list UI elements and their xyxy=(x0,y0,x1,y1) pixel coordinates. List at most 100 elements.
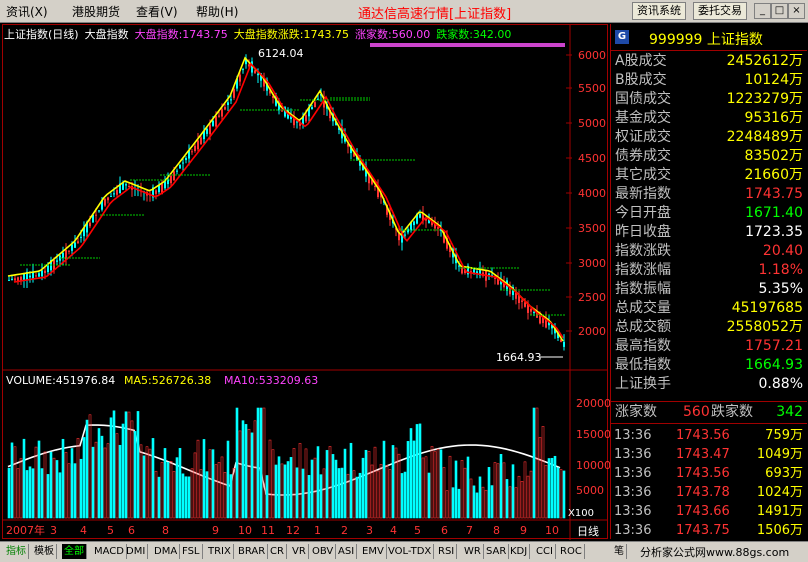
quote-label: 最新指数 xyxy=(615,186,671,202)
divider xyxy=(611,401,807,402)
tab-wr[interactable]: WR xyxy=(462,544,484,559)
tab-[interactable]: 全部 xyxy=(62,544,87,559)
tick-volume: 759万 xyxy=(765,428,803,443)
quote-value: 1.18% xyxy=(758,262,803,278)
quote-row: 债券成交 83502万 xyxy=(611,147,807,166)
tab-dmi[interactable]: DMI xyxy=(124,544,149,559)
quote-value: 20.40 xyxy=(762,243,803,259)
tab-fsl[interactable]: FSL xyxy=(180,544,203,559)
tick-price: 1743.47 xyxy=(676,447,730,462)
watermark: 分析家公式网www.88gs.com xyxy=(640,546,790,559)
quote-row: 指数涨跌 20.40 xyxy=(611,242,807,261)
tab-voltdx[interactable]: VOL-TDX xyxy=(386,544,435,559)
index-value-label: 大盘指数:1743.75 xyxy=(134,28,228,41)
up-value: 560 xyxy=(683,404,710,420)
quote-label: B股成交 xyxy=(615,72,667,88)
quote-value: 1664.93 xyxy=(745,357,803,373)
tick-volume: 693万 xyxy=(765,466,803,481)
breadth-row: 涨家数 560 跌家数 342 xyxy=(611,403,807,422)
quote-row: 上证换手 0.88% xyxy=(611,375,807,394)
quote-value: 1757.21 xyxy=(745,338,803,354)
quote-label: 指数振幅 xyxy=(615,281,671,297)
menu-view[interactable]: 查看(V) xyxy=(136,3,178,20)
quote-row: 权证成交 2248489万 xyxy=(611,128,807,147)
chart-frame[interactable] xyxy=(2,24,608,539)
indicator-tab-bar: 指标 模板 全部 MACD DMI DMA FSL TRIX BRAR CR VR OBV ASI EMV… xyxy=(0,541,808,562)
market-name: 大盘指数 xyxy=(84,28,129,41)
tick-row: 13:36 1743.66 1491万 xyxy=(611,502,807,521)
quote-row: 最低指数 1664.93 xyxy=(611,356,807,375)
close-icon[interactable]: × xyxy=(788,3,805,19)
quote-label: 基金成交 xyxy=(615,110,671,126)
tab-vr[interactable]: VR xyxy=(290,544,309,559)
tick-volume: 1491万 xyxy=(756,504,803,519)
quote-label: 今日开盘 xyxy=(615,205,671,221)
quote-row: B股成交 10124万 xyxy=(611,71,807,90)
tab-[interactable]: 指标 xyxy=(4,544,29,559)
tick-time: 13:36 xyxy=(614,485,652,500)
quote-value: 0.88% xyxy=(758,376,803,392)
tab-kdj[interactable]: KDJ xyxy=(508,544,531,559)
tab-obv[interactable]: OBV xyxy=(310,544,337,559)
quote-label: 指数涨跌 xyxy=(615,243,671,259)
tab-rsi[interactable]: RSI xyxy=(436,544,458,559)
tab-[interactable]: 模板 xyxy=(32,544,57,559)
divider xyxy=(611,423,807,424)
up-count-label: 涨家数:560.00 xyxy=(355,28,431,41)
quote-row: 国债成交 1223279万 xyxy=(611,90,807,109)
chart-header: 上证指数(日线) 大盘指数 大盘指数:1743.75 大盘指数涨跌:1743.75 涨家… xyxy=(4,26,517,42)
tab-asi[interactable]: ASI xyxy=(336,544,358,559)
tick-price: 1743.75 xyxy=(676,523,730,538)
quote-row: 指数涨幅 1.18% xyxy=(611,261,807,280)
tick-time: 13:36 xyxy=(614,466,652,481)
tick-volume: 1049万 xyxy=(756,447,803,462)
quote-label: 总成交量 xyxy=(615,300,671,316)
tick-price: 1743.66 xyxy=(676,504,730,519)
quote-label: 上证换手 xyxy=(615,376,671,392)
app-title: 通达信高速行情[上证指数] xyxy=(358,7,512,22)
tab-cr[interactable]: CR xyxy=(268,544,287,559)
tick-volume: 1024万 xyxy=(756,485,803,500)
quote-value: 21660万 xyxy=(744,167,803,183)
quote-label: 债券成交 xyxy=(615,148,671,164)
quote-value: 45197685 xyxy=(731,300,803,316)
menu-help[interactable]: 帮助(H) xyxy=(196,3,238,20)
maximize-icon[interactable]: □ xyxy=(771,3,788,19)
quote-row: 总成交量 45197685 xyxy=(611,299,807,318)
divider xyxy=(611,50,807,51)
tick-row: 13:36 1743.56 693万 xyxy=(611,464,807,483)
news-system-button[interactable]: 资讯系统 xyxy=(632,2,686,20)
menu-news[interactable]: 资讯(X) xyxy=(6,3,48,20)
index-name: 上证指数(日线) xyxy=(4,28,79,41)
quote-value: 5.35% xyxy=(758,281,803,297)
quote-label: 昨日收盘 xyxy=(615,224,671,240)
tab-macd[interactable]: MACD xyxy=(92,544,127,559)
tab-pen[interactable]: 笔 xyxy=(612,544,627,559)
trade-button[interactable]: 委托交易 xyxy=(693,2,747,20)
quote-value: 1743.75 xyxy=(745,186,803,202)
g-logo-icon: G xyxy=(615,30,629,44)
quote-row: 昨日收盘 1723.35 xyxy=(611,223,807,242)
quote-label: 指数涨幅 xyxy=(615,262,671,278)
tab-sar[interactable]: SAR xyxy=(484,544,510,559)
tab-cci[interactable]: CCI xyxy=(534,544,556,559)
down-count-label: 跌家数:342.00 xyxy=(436,28,512,41)
quote-value: 2558052万 xyxy=(726,319,803,335)
tab-brar[interactable]: BRAR xyxy=(236,544,269,559)
quote-label: 其它成交 xyxy=(615,167,671,183)
index-change-label: 大盘指数涨跌:1743.75 xyxy=(233,28,349,41)
quote-panel: G 999999 上证指数 A股成交 2452612万 B股成交 10124万 国债成交… xyxy=(610,24,808,539)
quote-label: 权证成交 xyxy=(615,129,671,145)
tick-row: 13:36 1743.56 759万 xyxy=(611,426,807,445)
tab-dma[interactable]: DMA xyxy=(152,544,181,559)
menu-hk-futures[interactable]: 港股期货 xyxy=(72,3,120,20)
tab-trix[interactable]: TRIX xyxy=(206,544,234,559)
tab-roc[interactable]: ROC xyxy=(558,544,585,559)
tab-emv[interactable]: EMV xyxy=(360,544,387,559)
quote-value: 2248489万 xyxy=(726,129,803,145)
quote-value: 83502万 xyxy=(744,148,803,164)
quote-row: 总成交额 2558052万 xyxy=(611,318,807,337)
quote-label: 最高指数 xyxy=(615,338,671,354)
panel-header: G 999999 上证指数 xyxy=(611,28,808,48)
minimize-icon[interactable]: _ xyxy=(754,3,771,19)
